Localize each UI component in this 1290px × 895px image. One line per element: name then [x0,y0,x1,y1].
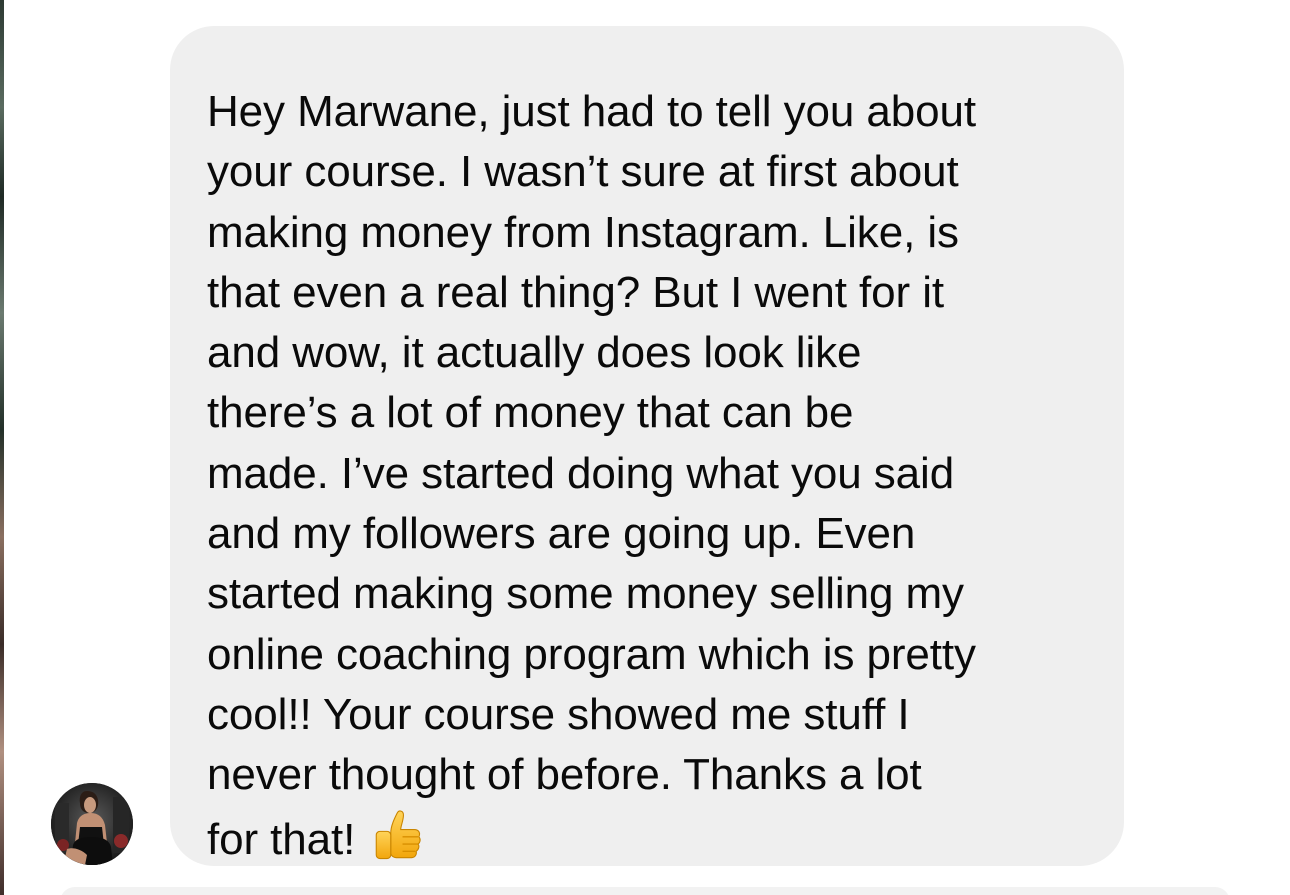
message-line-text: for that! [207,814,356,864]
message-line: cool!! Your course showed me stuff I [207,689,910,739]
message-line: and my followers are going up. Even [207,509,916,559]
sender-avatar[interactable] [51,783,133,865]
message-line: Hey Marwane, just had to tell you about [207,87,976,136]
adjacent-image-edge [0,0,4,895]
message-line: your course. I wasn’t sure at first abou… [207,147,959,197]
message-line: online coaching program which is pretty [207,629,976,679]
message-line: never thought of before. Thanks a lot [207,750,922,800]
profile-photo-icon [51,783,133,865]
message-line: started making some money selling my [207,569,964,619]
composer-edge [60,887,1230,895]
message-line: and wow, it actually does look like [207,328,862,378]
chat-view: Hey Marwane, just had to tell you about … [0,0,1290,895]
message-last-line: for that! [207,806,1088,870]
message-line: there’s a lot of money that can be [207,388,854,438]
message-line: that even a real thing? But I went for i… [207,267,945,317]
message-bubble[interactable]: Hey Marwane, just had to tell you about … [170,26,1124,866]
message-line: making money from Instagram. Like, is [207,207,959,257]
thumbs-up-icon [369,806,427,864]
message-line: made. I’ve started doing what you said [207,448,955,498]
